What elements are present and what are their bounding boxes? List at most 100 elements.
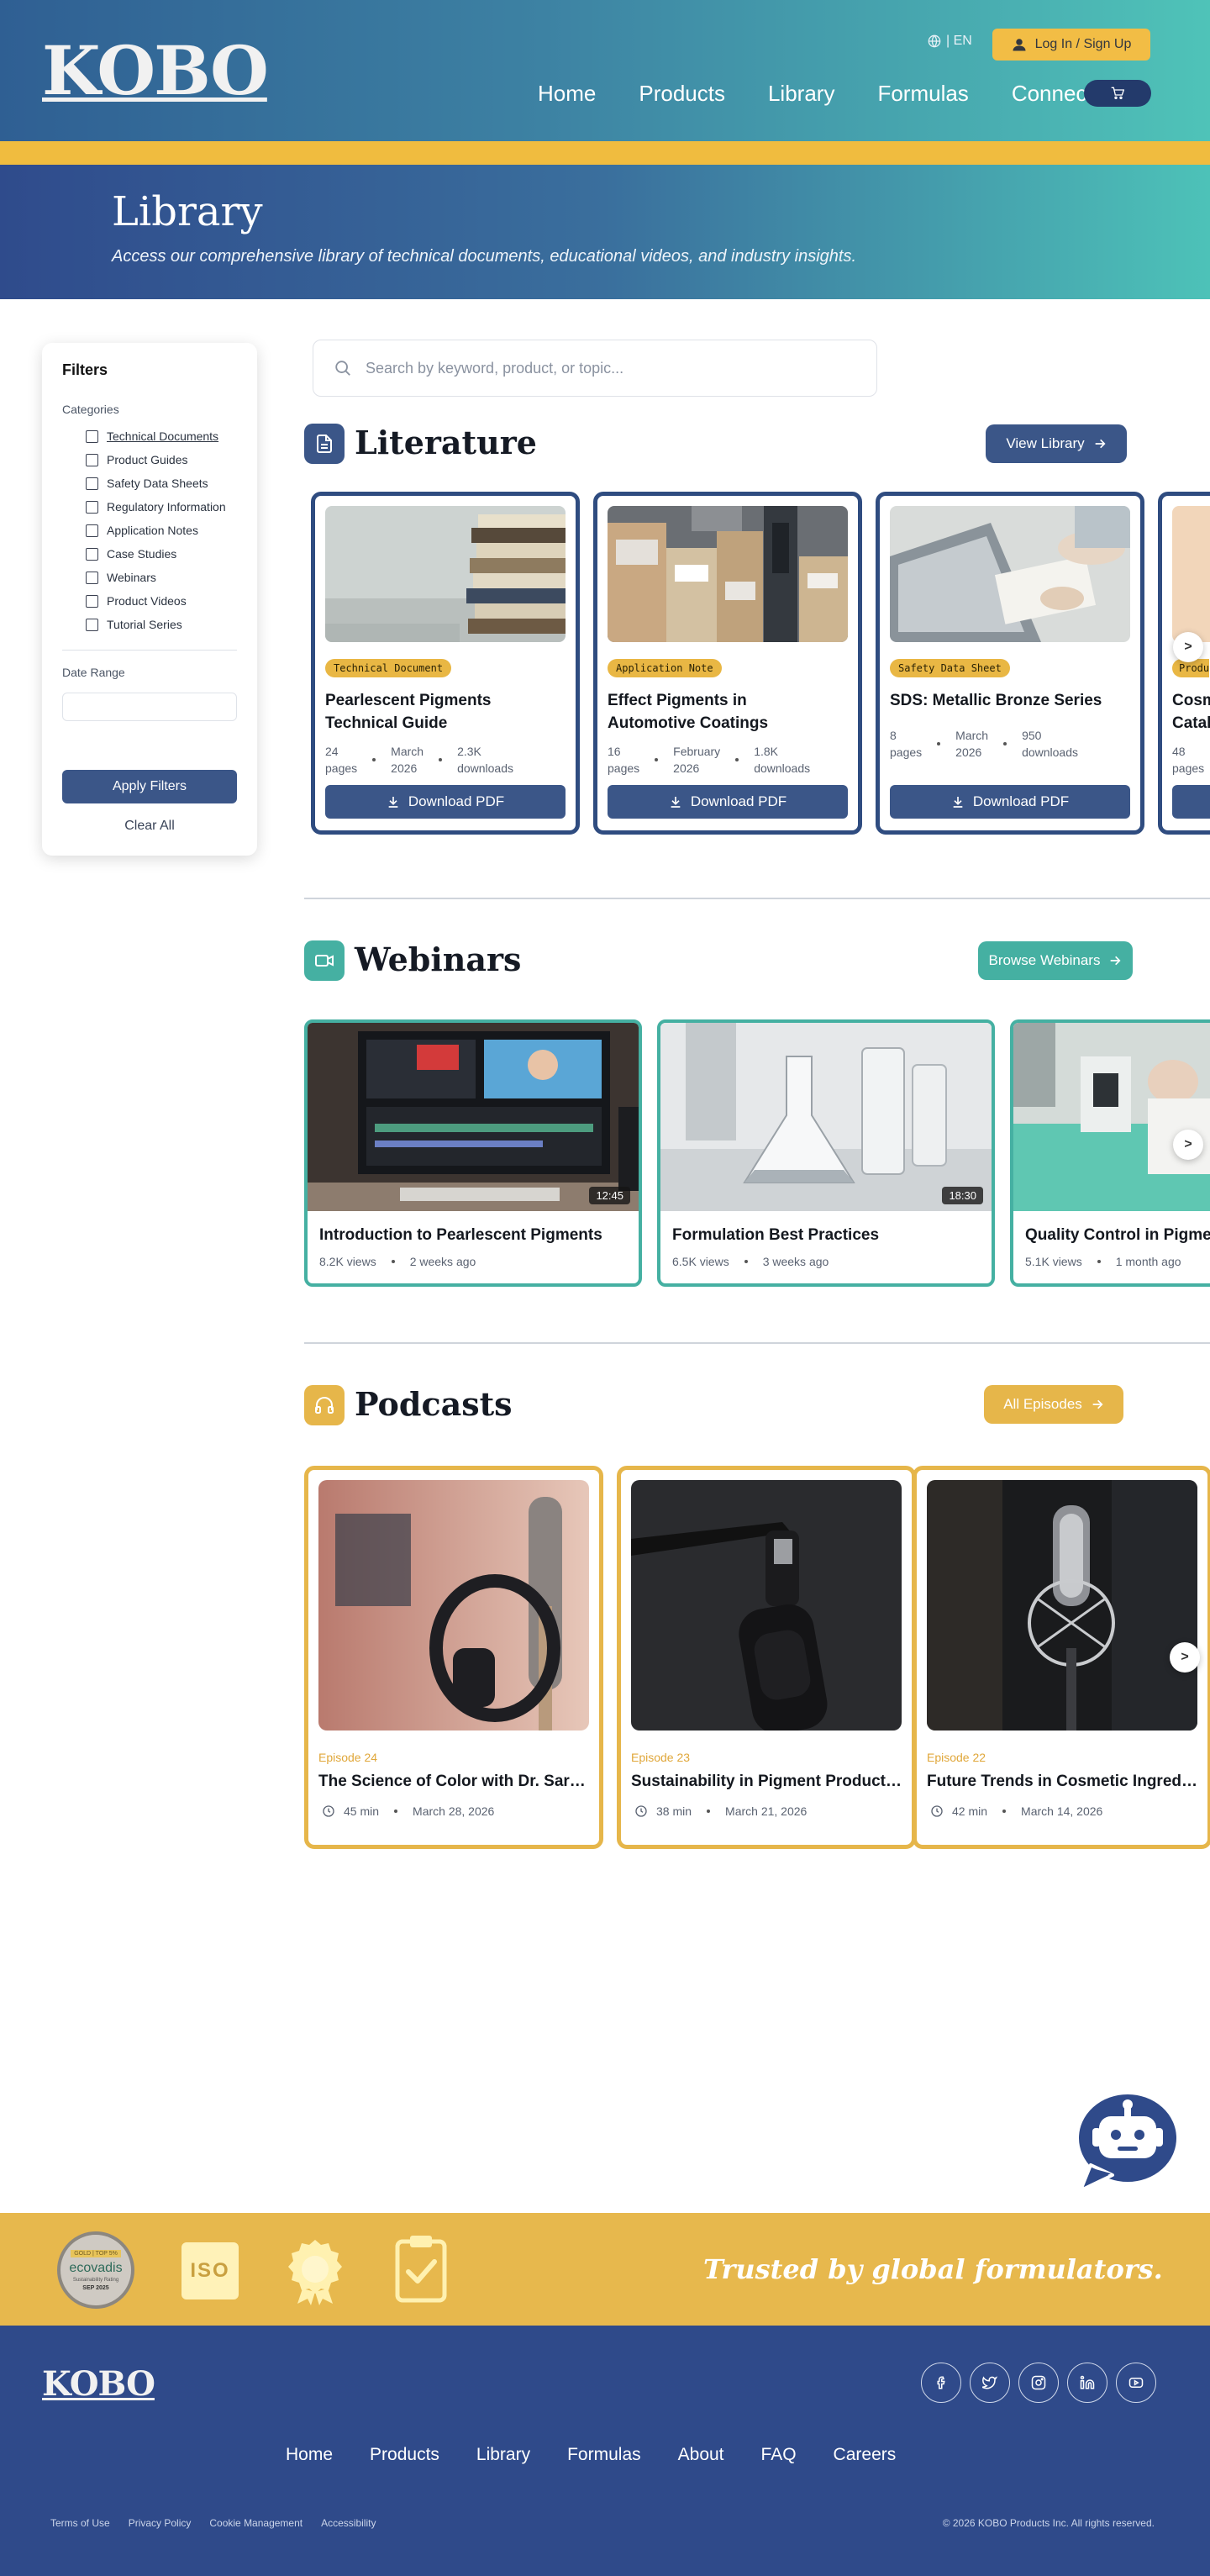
card-title: Effect Pigments in Automotive Coatings [608,692,769,732]
book-stack-image [325,506,566,642]
filters-title: Filters [62,361,108,378]
card-title: Pearlescent Pigments Technical Guide [325,692,492,732]
footer-nav-home[interactable]: Home [286,2445,333,2465]
filter-safety-data-sheets[interactable]: Safety Data Sheets [62,471,237,495]
all-episodes-button[interactable]: All Episodes [984,1385,1123,1424]
webinars-title: Webinars [355,940,522,978]
doc-type-badge: Application Note [608,659,722,677]
literature-next-arrow[interactable]: > [1173,632,1203,662]
checkbox[interactable] [86,547,98,561]
browse-webinars-button[interactable]: Browse Webinars [978,941,1133,980]
apply-filters-button[interactable]: Apply Filters [62,770,237,803]
checkbox[interactable] [86,571,98,584]
linkedin-link[interactable] [1067,2363,1107,2403]
doc-type-badge: Technical Document [325,659,452,677]
cookie-link[interactable]: Cookie Management [209,2517,302,2529]
video-editing-thumbnail: 12:45 [308,1023,639,1211]
accessibility-link[interactable]: Accessibility [321,2517,376,2529]
podcasts-title: Podcasts [355,1385,513,1423]
kobo-logo[interactable]: KOBO [42,37,269,104]
condenser-microphone-image [927,1480,1197,1731]
checkbox[interactable] [86,429,98,443]
footer-nav-about[interactable]: About [678,2445,724,2465]
download-pdf-button[interactable]: Download PDF [890,785,1130,819]
webinar-title: Quality Control in Pigment [1025,1226,1210,1244]
filter-webinars[interactable]: Webinars [62,566,237,589]
filter-regulatory-information[interactable]: Regulatory Information [62,495,237,519]
literature-card[interactable]: Produ CosmCatal 48pages [1158,492,1210,835]
twitter-icon [982,2376,997,2389]
filter-technical-documents[interactable]: Technical Documents [62,424,237,448]
clear-all-button[interactable]: Clear All [62,819,237,834]
clock-icon [323,1805,334,1817]
download-icon [671,797,681,808]
ecovadis-badge: GOLD | TOP 5% ecovadis Sustainability Ra… [57,2231,134,2309]
chat-bot-button[interactable] [1074,2091,1181,2194]
arrow-right-icon [1111,956,1121,966]
nav-formulas[interactable]: Formulas [877,81,968,107]
download-pdf-button[interactable]: Download PDF [325,785,566,819]
footer-logo[interactable]: KOBO [42,2364,155,2404]
download-pdf-button[interactable] [1172,785,1210,819]
podcasts-next-arrow[interactable]: > [1170,1642,1200,1673]
card-meta: 48 pages [1172,745,1205,775]
episode-number: Episode 24 [318,1751,378,1764]
language-selector[interactable]: | EN [928,34,972,49]
filter-product-guides[interactable]: Product Guides [62,448,237,471]
arrow-right-icon [1092,1399,1103,1409]
document-icon [317,435,332,453]
webinars-section-icon [304,940,345,981]
privacy-link[interactable]: Privacy Policy [129,2517,192,2529]
filter-tutorial-series[interactable]: Tutorial Series [62,613,237,636]
literature-card[interactable]: Application Note Effect Pigments in Autom… [593,492,862,835]
episode-number: Episode 22 [927,1751,986,1764]
facebook-link[interactable] [921,2363,961,2403]
terms-link[interactable]: Terms of Use [50,2517,110,2529]
site-header: KOBO | EN Log In / Sign Up Home Products… [0,0,1210,141]
filter-product-videos[interactable]: Product Videos [62,589,237,613]
literature-section-icon [304,424,345,464]
view-library-button[interactable]: View Library [986,424,1127,463]
nav-library[interactable]: Library [768,81,834,107]
checkbox[interactable] [86,618,98,631]
footer-nav-formulas[interactable]: Formulas [567,2445,641,2465]
globe-icon [928,34,941,48]
footer-nav-careers[interactable]: Careers [834,2445,897,2465]
literature-card[interactable]: Technical Document Pearlescent Pigments T… [311,492,580,835]
date-range-input[interactable] [62,693,237,721]
checkbox[interactable] [86,594,98,608]
warehouse-boxes-image [608,506,848,642]
footer-nav-products[interactable]: Products [370,2445,439,2465]
instagram-link[interactable] [1018,2363,1059,2403]
video-icon [315,955,334,967]
checkbox[interactable] [86,524,98,537]
checkbox[interactable] [86,500,98,514]
nav-home[interactable]: Home [538,81,596,107]
footer-nav-library[interactable]: Library [476,2445,530,2465]
webinars-next-arrow[interactable]: > [1173,1130,1203,1160]
cart-button[interactable] [1084,80,1151,107]
literature-card[interactable]: Safety Data Sheet SDS: Metallic Bronze S… [876,492,1144,835]
twitter-link[interactable] [970,2363,1010,2403]
nav-connect[interactable]: Connect [1012,81,1093,107]
podcast-card[interactable]: Episode 23 Sustainability in Pigment Pro… [617,1466,916,1849]
podcast-card[interactable]: Episode 24 The Science of Color with Dr.… [304,1466,603,1849]
webinar-card[interactable]: 12:45 Introduction to Pearlescent Pigmen… [304,1019,642,1287]
nav-products[interactable]: Products [639,81,725,107]
facebook-icon [937,2376,945,2389]
podcast-card[interactable]: Episode 22 Future Trends in Cosmetic Ing… [913,1466,1210,1849]
categories-label: Categories [62,403,119,416]
checkbox[interactable] [86,477,98,490]
youtube-link[interactable] [1116,2363,1156,2403]
footer-nav-faq[interactable]: FAQ [761,2445,797,2465]
legal-links: Terms of Use Privacy Policy Cookie Manag… [50,2517,376,2529]
webinar-card[interactable]: 18:30 Formulation Best Practices 6.5K vi… [657,1019,995,1287]
search-box[interactable]: Search by keyword, product, or topic... [313,340,877,397]
filter-application-notes[interactable]: Application Notes [62,519,237,542]
download-icon [388,797,398,808]
download-pdf-button[interactable]: Download PDF [608,785,848,819]
filter-case-studies[interactable]: Case Studies [62,542,237,566]
login-signup-button[interactable]: Log In / Sign Up [992,29,1150,61]
page-subtitle: Access our comprehensive library of tech… [112,247,857,266]
checkbox[interactable] [86,453,98,466]
